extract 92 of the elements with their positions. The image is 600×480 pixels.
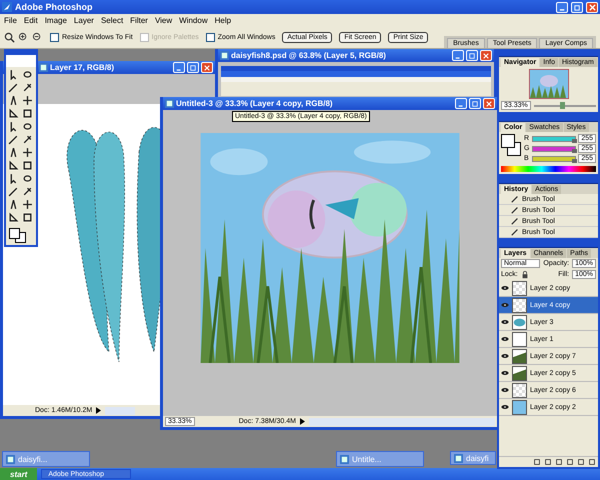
document-icon: [165, 99, 174, 108]
eye-icon[interactable]: [501, 285, 509, 291]
maximize-icon: [472, 100, 478, 106]
zoom-tool-icon[interactable]: [4, 32, 15, 42]
close-icon: [588, 4, 596, 10]
tool-icon[interactable]: [22, 134, 33, 145]
document-title: Layer 17, RGB/8): [50, 63, 114, 72]
menu-item[interactable]: Image: [44, 16, 67, 24]
menu-item[interactable]: Help: [214, 16, 232, 24]
feather-icon: [2, 2, 12, 12]
eye-icon[interactable]: [501, 302, 509, 308]
tool-icon[interactable]: [8, 147, 19, 158]
foreground-background-icon[interactable]: [501, 134, 521, 156]
close-icon: [483, 52, 489, 58]
tool-icon[interactable]: [22, 186, 33, 197]
eye-icon[interactable]: [501, 353, 509, 359]
tool-icon[interactable]: [8, 69, 19, 80]
tool-icon[interactable]: [8, 212, 19, 223]
zoom-slider-thumb[interactable]: [560, 102, 565, 108]
status-menu-icon[interactable]: [96, 407, 102, 414]
slider-thumb[interactable]: [572, 148, 578, 152]
tool-icon[interactable]: [8, 134, 19, 145]
status-menu-icon[interactable]: [300, 418, 305, 425]
eye-icon[interactable]: [501, 370, 509, 376]
horizontal-scrollbar[interactable]: [308, 418, 495, 426]
tool-icon[interactable]: [22, 95, 33, 106]
document-title: daisyfish8.psd @ 63.8% (Layer 5, RGB/8): [231, 51, 386, 60]
minimize-button[interactable]: [173, 62, 185, 73]
restore-button[interactable]: [571, 2, 583, 12]
navigator-preview-drawing: [528, 69, 568, 99]
minimize-button[interactable]: [452, 50, 464, 61]
menu-item[interactable]: Layer: [74, 16, 94, 24]
color-ramp[interactable]: [501, 166, 596, 172]
tool-icon[interactable]: [8, 108, 19, 119]
maximize-button[interactable]: [187, 62, 199, 73]
menu-item[interactable]: Window: [179, 16, 208, 24]
zoom-in-icon[interactable]: [18, 32, 29, 42]
start-button[interactable]: start: [0, 468, 38, 480]
tool-icon[interactable]: [22, 160, 33, 171]
menu-item[interactable]: File: [4, 16, 17, 24]
close-button[interactable]: [201, 62, 213, 73]
menu-item[interactable]: Filter: [130, 16, 148, 24]
menu-item[interactable]: Edit: [24, 16, 38, 24]
tool-icon[interactable]: [22, 147, 33, 158]
close-icon: [204, 64, 210, 70]
tool-icon[interactable]: [8, 173, 19, 184]
toolbox-header: [6, 55, 36, 67]
maximize-button[interactable]: [469, 98, 481, 109]
document-icon: [454, 454, 463, 462]
eye-icon[interactable]: [501, 404, 509, 410]
close-button[interactable]: [483, 98, 495, 109]
eye-icon[interactable]: [501, 319, 509, 325]
tool-icon[interactable]: [22, 121, 33, 132]
tool-icon[interactable]: [22, 108, 33, 119]
tool-icon[interactable]: [22, 173, 33, 184]
tool-icon[interactable]: [8, 82, 19, 93]
slider-thumb[interactable]: [572, 138, 578, 142]
restore-icon: [574, 4, 580, 10]
zoom-out-icon[interactable]: [32, 32, 43, 42]
window-title: Adobe Photoshop: [15, 2, 92, 12]
lock-icon[interactable]: [520, 270, 529, 278]
maximize-icon: [469, 52, 475, 58]
horizontal-scrollbar[interactable]: [105, 406, 136, 414]
document-title: Untitled-3 @ 33.3% (Layer 4 copy, RGB/8): [176, 99, 333, 108]
eye-icon[interactable]: [501, 336, 509, 342]
document-icon: [340, 454, 349, 464]
close-button[interactable]: [586, 2, 598, 12]
minimize-button[interactable]: [556, 2, 568, 12]
maximize-button[interactable]: [466, 50, 478, 61]
checkbox[interactable]: [50, 32, 59, 42]
menu-item[interactable]: View: [154, 16, 172, 24]
close-icon: [486, 100, 492, 106]
document-icon: [220, 51, 229, 60]
maximize-icon: [190, 64, 196, 70]
tool-icon[interactable]: [22, 82, 33, 93]
eye-icon[interactable]: [501, 387, 509, 393]
tool-icon[interactable]: [8, 121, 19, 132]
tool-icon[interactable]: [22, 212, 33, 223]
tool-icon[interactable]: [8, 199, 19, 210]
document-icon: [6, 454, 15, 464]
slider-thumb[interactable]: [572, 158, 578, 162]
tool-icon[interactable]: [22, 69, 33, 80]
tool-icon[interactable]: [8, 95, 19, 106]
tool-icon[interactable]: [8, 160, 19, 171]
document-icon: [39, 63, 48, 72]
tool-icon[interactable]: [22, 199, 33, 210]
color-swatches-icon[interactable]: [9, 228, 27, 242]
checkbox[interactable]: [206, 32, 215, 42]
minimize-button[interactable]: [455, 98, 467, 109]
close-button[interactable]: [480, 50, 492, 61]
tool-icon[interactable]: [8, 186, 19, 197]
menu-item[interactable]: Select: [100, 16, 124, 24]
